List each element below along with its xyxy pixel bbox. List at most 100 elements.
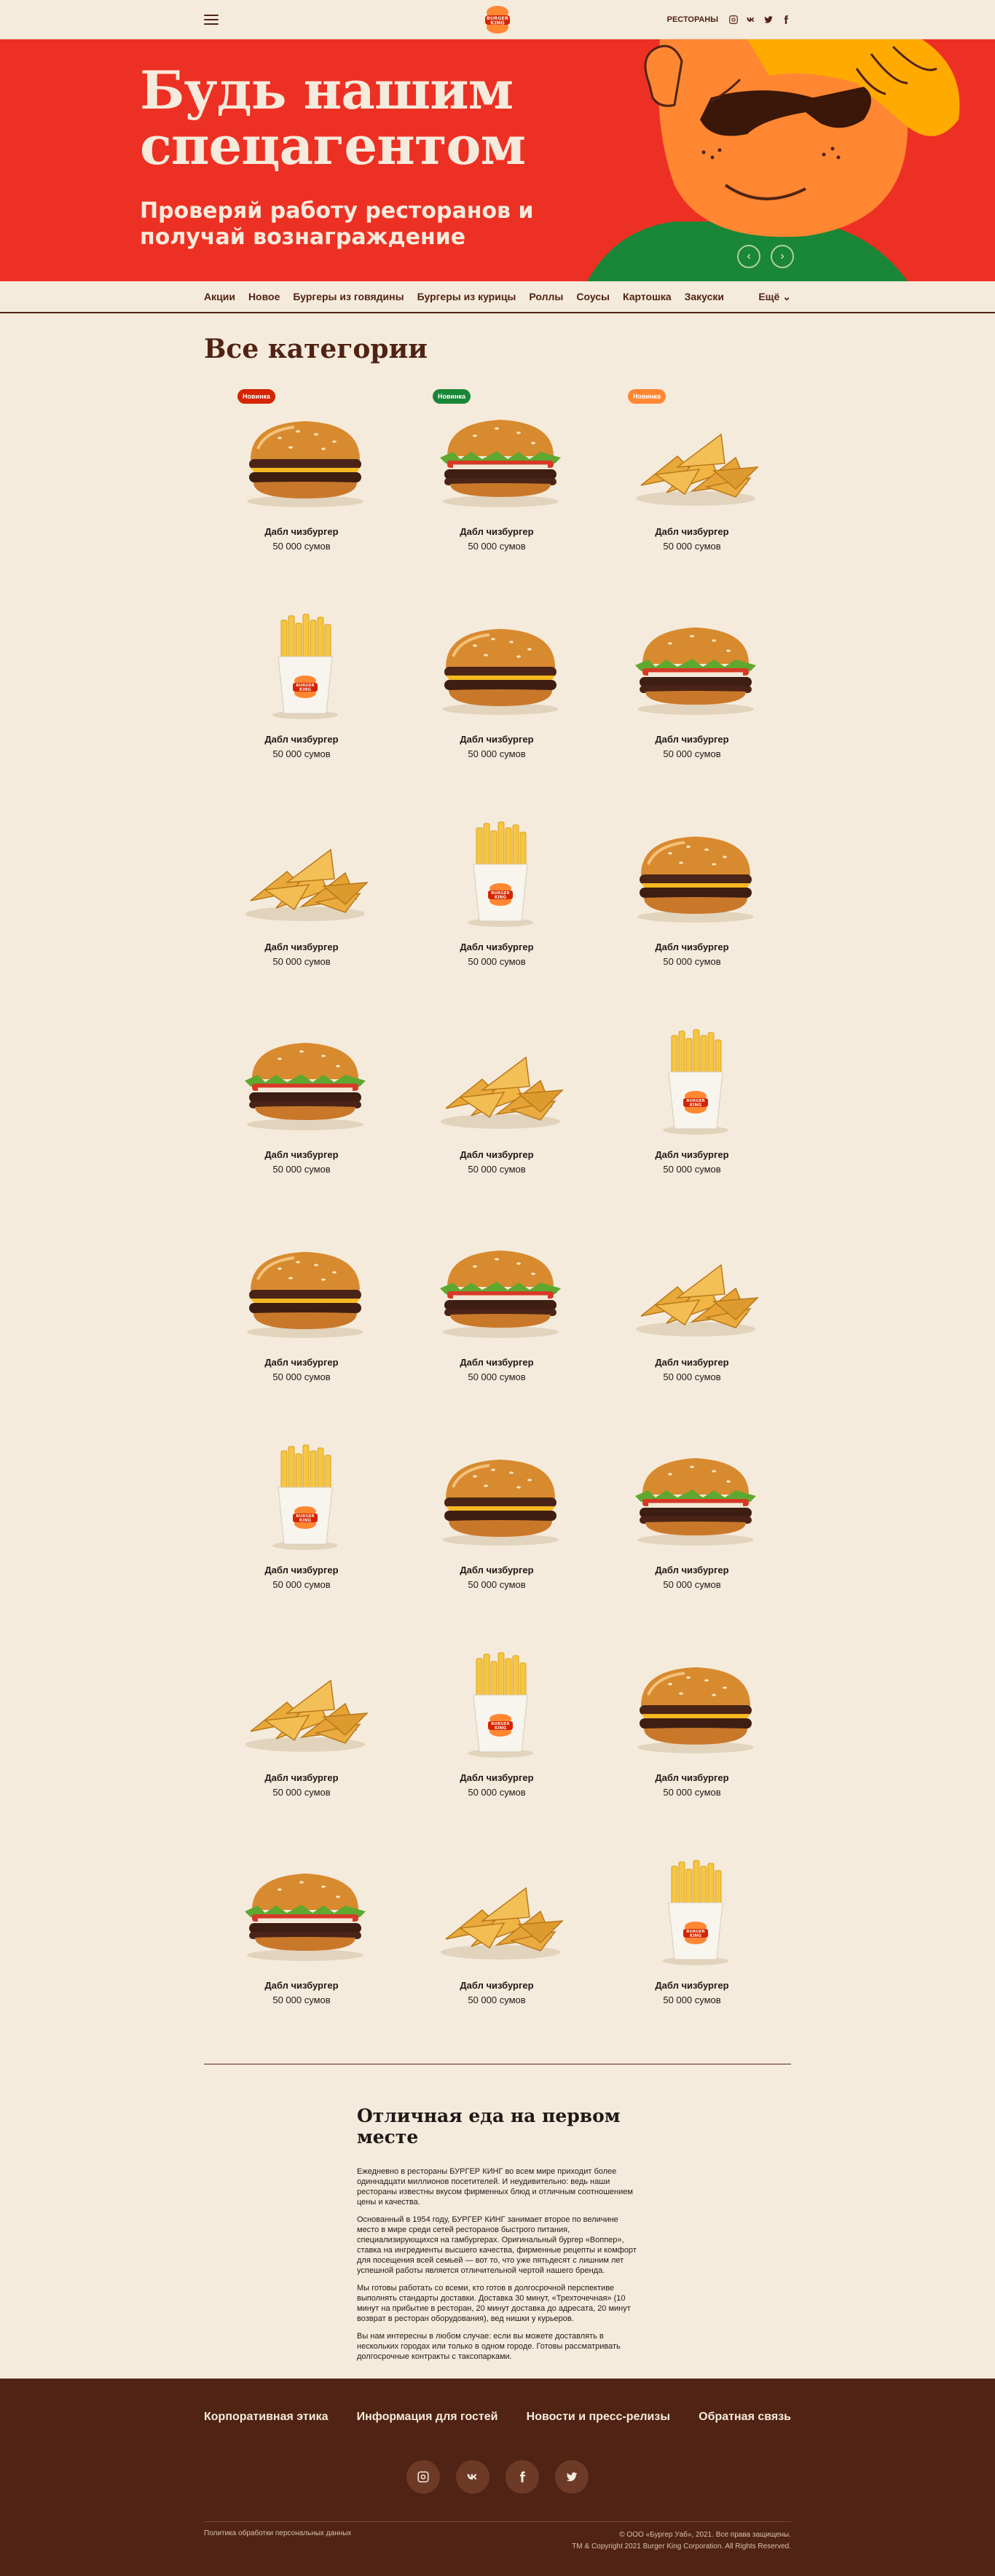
category-nav-item[interactable]: Новое [248,291,280,302]
product-price: 50 000 сумов [272,1371,331,1382]
product-price: 50 000 сумов [663,1371,721,1382]
product-price: 50 000 сумов [272,1579,331,1590]
product-name: Дабл чизбургер [264,1357,339,1368]
footer-link-ethics[interactable]: Корпоративная этика [204,2411,328,2424]
category-nav-item[interactable]: Роллы [529,291,563,302]
instagram-icon[interactable] [728,15,739,25]
product-image: BURGER KING [626,1028,765,1138]
product-card[interactable]: Дабл чизбургер 50 000 сумов [594,804,790,1012]
product-card[interactable]: BURGER KING Дабл чизбургер 50 000 сумов [204,1428,399,1635]
product-image [236,1028,374,1138]
category-nav-item[interactable]: Акции [204,291,235,302]
product-card[interactable]: Новинка Дабл чизбургер 50 000 сумов [399,389,594,597]
product-price: 50 000 сумов [468,956,526,967]
product-card[interactable]: Дабл чизбургер 50 000 сумов [594,1428,790,1635]
product-image [431,1236,570,1345]
product-card[interactable]: Дабл чизбургер 50 000 сумов [204,1843,399,2051]
product-price: 50 000 сумов [663,1164,721,1175]
product-card[interactable]: Дабл чизбургер 50 000 сумов [399,1428,594,1635]
product-card[interactable]: Дабл чизбургер 50 000 сумов [594,1635,790,1843]
product-card[interactable]: Дабл чизбургер 50 000 сумов [204,804,399,1012]
facebook-icon[interactable] [781,15,791,25]
product-image [626,821,765,930]
product-card[interactable]: Дабл чизбургер 50 000 сумов [594,597,790,804]
site-header: BURGER KING РЕСТОРАНЫ [0,0,995,39]
about-paragraph: Основанный в 1954 году, БУРГЕР КИНГ зани… [357,2215,637,2275]
footer-link-feedback[interactable]: Обратная связь [699,2411,791,2424]
product-card[interactable]: Дабл чизбургер 50 000 сумов [399,1012,594,1220]
about-title: Отличная еда на первом месте [357,2105,621,2148]
product-card[interactable]: Новинка Дабл чизбургер 50 000 сумов [594,389,790,597]
product-card[interactable]: BURGER KING Дабл чизбургер 50 000 сумов [399,804,594,1012]
carousel-prev-button[interactable]: ‹ [737,245,760,268]
product-grid: Новинка Дабл чизбургер 50 000 сумов Новинк… [204,389,791,2051]
product-name: Дабл чизбургер [264,1980,339,1991]
product-image: BURGER KING [626,1859,765,1968]
hero-banner[interactable]: Будь нашим спецагентом Проверяй работу р… [0,39,995,281]
product-card[interactable]: Дабл чизбургер 50 000 сумов [399,1843,594,2051]
product-card[interactable]: BURGER KING Дабл чизбургер 50 000 сумов [594,1843,790,2051]
carousel-next-button[interactable]: › [771,245,794,268]
product-image [431,405,570,514]
product-price: 50 000 сумов [663,541,721,552]
svg-text:KING: KING [495,896,507,900]
twitter-icon[interactable] [763,15,774,25]
footer-link-news[interactable]: Новости и пресс-релизы [527,2411,670,2424]
product-name: Дабл чизбургер [460,941,534,952]
product-card[interactable]: Новинка Дабл чизбургер 50 000 сумов [204,389,399,597]
product-name: Дабл чизбургер [460,1772,534,1783]
footer-links: Корпоративная этика Информация для госте… [0,2411,995,2424]
about-block: Отличная еда на первом месте Ежедневно в… [357,2105,641,2362]
twitter-icon[interactable] [555,2460,589,2494]
product-price: 50 000 сумов [468,1994,526,2005]
product-image [626,1651,765,1761]
menu-icon[interactable] [204,14,219,25]
category-nav-item[interactable]: Картошка [623,291,672,302]
svg-text:KING: KING [690,1103,702,1108]
page-title: Все категории [204,334,428,364]
category-nav-item[interactable]: Бургеры из говядины [293,291,404,302]
products-section: Все категории Новинка Дабл чизбургер 50 0… [0,334,995,2051]
product-price: 50 000 сумов [468,748,526,759]
category-nav-item[interactable]: Бургеры из курицы [417,291,516,302]
product-card[interactable]: Дабл чизбургер 50 000 сумов [399,1220,594,1428]
product-image [236,405,374,514]
restaurants-link[interactable]: РЕСТОРАНЫ [667,15,718,24]
product-name: Дабл чизбургер [655,1149,729,1160]
product-image: BURGER KING [431,1651,570,1761]
product-card[interactable]: Дабл чизбургер 50 000 сумов [204,1220,399,1428]
burger-king-logo[interactable]: BURGER KING [483,4,512,35]
more-dropdown[interactable]: Ещё ⌄ [758,291,791,303]
product-card[interactable]: BURGER KING Дабл чизбургер 50 000 сумов [399,1635,594,1843]
hero-title: Будь нашим спецагентом [140,63,526,173]
product-name: Дабл чизбургер [655,1980,729,1991]
vk-icon[interactable] [746,15,756,25]
svg-text:KING: KING [490,20,505,26]
product-image: BURGER KING [431,821,570,930]
header-social [728,15,791,25]
product-name: Дабл чизбургер [655,1357,729,1368]
product-card[interactable]: BURGER KING Дабл чизбургер 50 000 сумов [204,597,399,804]
vk-icon[interactable] [456,2460,489,2494]
category-nav-item[interactable]: Закуски [685,291,724,302]
instagram-icon[interactable] [406,2460,440,2494]
product-name: Дабл чизбургер [460,526,534,537]
product-card[interactable]: Дабл чизбургер 50 000 сумов [204,1012,399,1220]
product-price: 50 000 сумов [663,956,721,967]
about-paragraph: Мы готовы работать со всеми, кто готов в… [357,2284,631,2323]
privacy-policy-link[interactable]: Политика обработки персональных данных [204,2529,351,2553]
svg-text:KING: KING [690,1934,702,1938]
product-image [626,1236,765,1345]
product-price: 50 000 сумов [468,1164,526,1175]
product-card[interactable]: Дабл чизбургер 50 000 сумов [204,1635,399,1843]
product-price: 50 000 сумов [468,1787,526,1798]
category-nav-item[interactable]: Соусы [576,291,610,302]
facebook-icon[interactable] [506,2460,539,2494]
product-price: 50 000 сумов [663,1994,721,2005]
product-card[interactable]: Дабл чизбургер 50 000 сумов [594,1220,790,1428]
footer-link-guests[interactable]: Информация для гостей [357,2411,498,2424]
product-image [626,613,765,722]
product-card[interactable]: BURGER KING Дабл чизбургер 50 000 сумов [594,1012,790,1220]
product-card[interactable]: Дабл чизбургер 50 000 сумов [399,597,594,804]
product-name: Дабл чизбургер [460,1565,534,1575]
